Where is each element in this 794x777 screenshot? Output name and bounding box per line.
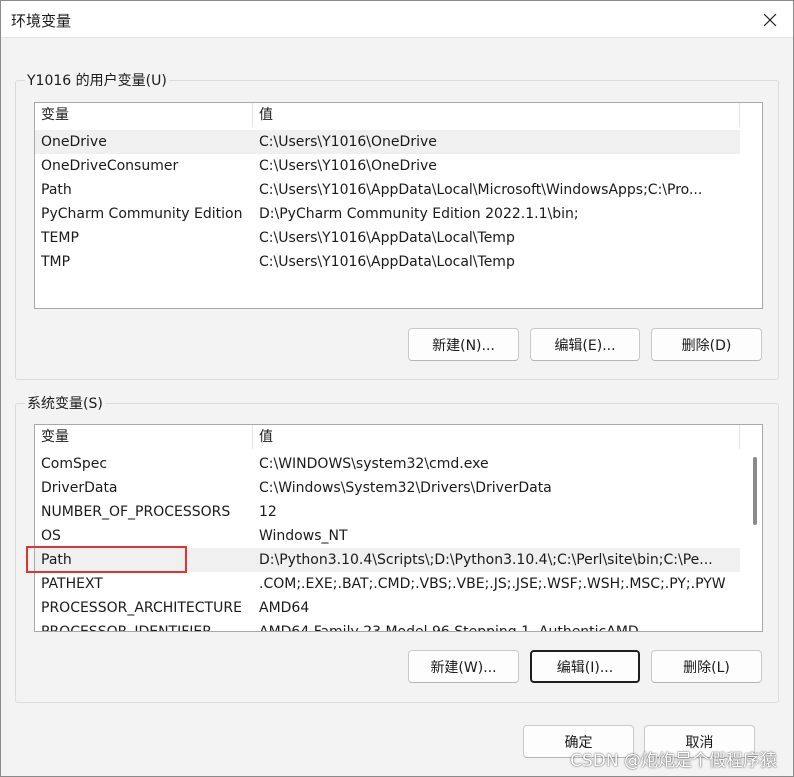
table-row[interactable]: TEMP C:\Users\Y1016\AppData\Local\Temp: [35, 226, 740, 250]
user-variables-label: Y1016 的用户变量(U): [25, 70, 169, 90]
system-variables-list[interactable]: 变量 值 ComSpec C:\WINDOWS\system32\cmd.exe…: [34, 424, 763, 632]
variable-value: 12: [259, 504, 277, 520]
table-row[interactable]: DriverData C:\Windows\System32\Drivers\D…: [35, 476, 740, 500]
system-list-header: 变量 值: [35, 425, 740, 449]
variable-value: .COM;.EXE;.BAT;.CMD;.VBS;.VBE;.JS;.JSE;.…: [259, 576, 726, 592]
environment-variables-dialog: 环境变量 Y1016 的用户变量(U) 变量 值 OneDrive C:\Use…: [0, 0, 794, 777]
variable-value: C:\Users\Y1016\AppData\Local\Microsoft\W…: [259, 182, 703, 198]
user-edit-button[interactable]: 编辑(E)...: [530, 328, 640, 361]
path-highlight-annotation: [26, 546, 187, 573]
variable-value: D:\Python3.10.4\Scripts\;D:\Python3.10.4…: [259, 552, 713, 568]
close-button[interactable]: [747, 1, 793, 38]
column-header-name[interactable]: 变量: [35, 103, 253, 127]
variable-value: D:\PyCharm Community Edition 2022.1.1\bi…: [259, 206, 579, 222]
system-list-rows: ComSpec C:\WINDOWS\system32\cmd.exe Driv…: [35, 452, 740, 632]
variable-name: DriverData: [41, 480, 118, 496]
watermark: CSDN @炮炮是个假程序猿: [570, 751, 777, 771]
variable-name: PROCESSOR_ARCHITECTURE: [41, 600, 242, 616]
variable-name: PROCESSOR_IDENTIFIER: [41, 624, 212, 632]
close-icon: [763, 13, 777, 26]
variable-name: OS: [41, 528, 61, 544]
variable-name: ComSpec: [41, 456, 108, 472]
table-row[interactable]: PyCharm Community Edition D:\PyCharm Com…: [35, 202, 740, 226]
variable-value: AMD64: [259, 600, 310, 616]
system-delete-button[interactable]: 删除(L): [651, 650, 762, 683]
user-delete-button[interactable]: 删除(D): [651, 328, 762, 361]
variable-name: Path: [41, 182, 72, 198]
column-header-value[interactable]: 值: [253, 425, 740, 449]
table-row[interactable]: Path C:\Users\Y1016\AppData\Local\Micros…: [35, 178, 740, 202]
column-header-value[interactable]: 值: [253, 103, 740, 127]
variable-name: OneDrive: [41, 134, 107, 150]
variable-value: C:\Users\Y1016\AppData\Local\Temp: [259, 230, 515, 246]
system-variables-label: 系统变量(S): [25, 393, 105, 413]
user-variables-list[interactable]: 变量 值 OneDrive C:\Users\Y1016\OneDrive On…: [34, 102, 763, 309]
variable-name: TEMP: [41, 230, 79, 246]
variable-name: OneDriveConsumer: [41, 158, 179, 174]
table-row[interactable]: NUMBER_OF_PROCESSORS 12: [35, 500, 740, 524]
variable-value: C:\Users\Y1016\OneDrive: [259, 134, 437, 150]
title-bar: 环境变量: [1, 1, 793, 38]
window-title: 环境变量: [11, 12, 72, 30]
table-row[interactable]: ComSpec C:\WINDOWS\system32\cmd.exe: [35, 452, 740, 476]
variable-value: Windows_NT: [259, 528, 348, 544]
scrollbar-thumb[interactable]: [753, 457, 757, 525]
table-row[interactable]: OneDrive C:\Users\Y1016\OneDrive: [35, 130, 740, 154]
system-list-scrollbar[interactable]: [748, 425, 762, 631]
table-row[interactable]: OneDriveConsumer C:\Users\Y1016\OneDrive: [35, 154, 740, 178]
user-list-header: 变量 值: [35, 103, 740, 127]
variable-name: PyCharm Community Edition: [41, 206, 243, 222]
variable-name: NUMBER_OF_PROCESSORS: [41, 504, 231, 520]
variable-value: C:\Users\Y1016\AppData\Local\Temp: [259, 254, 515, 270]
user-list-rows: OneDrive C:\Users\Y1016\OneDrive OneDriv…: [35, 130, 740, 274]
table-row[interactable]: PROCESSOR_ARCHITECTURE AMD64: [35, 596, 740, 620]
table-row[interactable]: PROCESSOR_IDENTIFIER AMD64 Family 23 Mod…: [35, 620, 740, 632]
variable-name: PATHEXT: [41, 576, 103, 592]
system-new-button[interactable]: 新建(W)...: [408, 650, 519, 683]
system-edit-button[interactable]: 编辑(I)...: [530, 650, 640, 683]
variable-name: TMP: [41, 254, 71, 270]
variable-value: C:\WINDOWS\system32\cmd.exe: [259, 456, 489, 472]
table-row[interactable]: TMP C:\Users\Y1016\AppData\Local\Temp: [35, 250, 740, 274]
column-header-name[interactable]: 变量: [35, 425, 253, 449]
table-row[interactable]: OS Windows_NT: [35, 524, 740, 548]
table-row[interactable]: PATHEXT .COM;.EXE;.BAT;.CMD;.VBS;.VBE;.J…: [35, 572, 740, 596]
user-new-button[interactable]: 新建(N)...: [408, 328, 519, 361]
variable-value: C:\Windows\System32\Drivers\DriverData: [259, 480, 552, 496]
variable-value: C:\Users\Y1016\OneDrive: [259, 158, 437, 174]
variable-value: AMD64 Family 23 Model 96 Stepping 1, Aut…: [259, 624, 639, 632]
